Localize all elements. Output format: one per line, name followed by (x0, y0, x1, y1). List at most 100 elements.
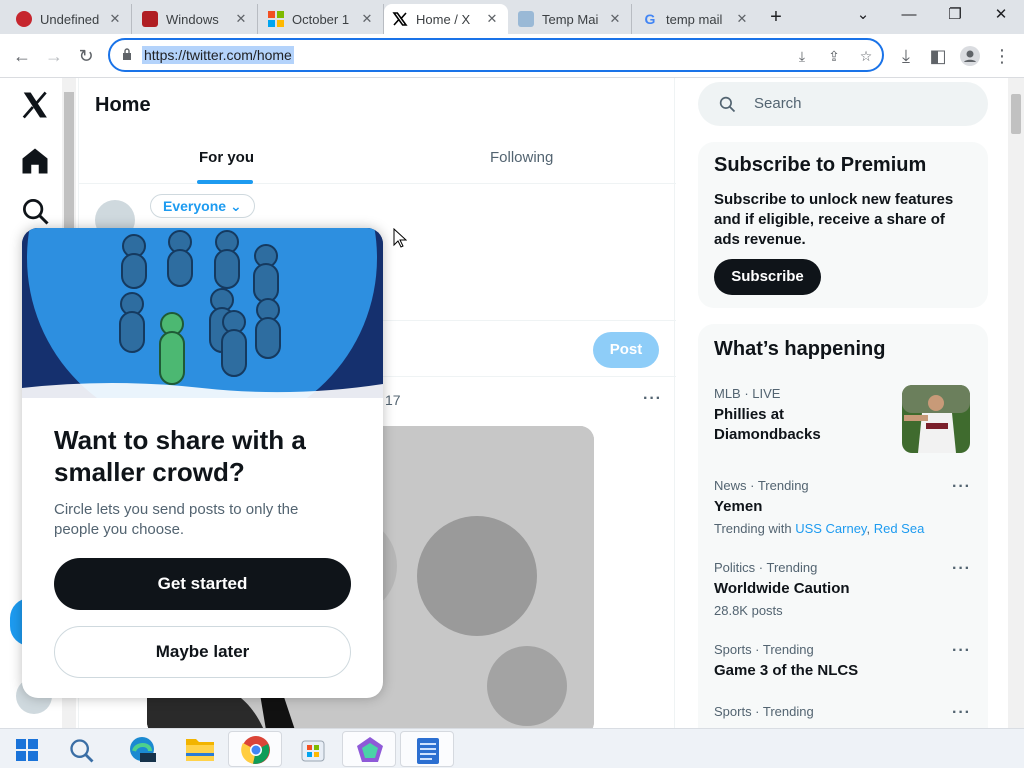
search-taskbar-button[interactable] (56, 731, 110, 767)
mouse-cursor-icon (393, 228, 407, 248)
close-tab-icon[interactable]: ✕ (233, 11, 249, 27)
notepad-taskbar-button[interactable] (400, 731, 454, 767)
browser-tab[interactable]: Undefined ✕ (8, 4, 132, 34)
browser-tab[interactable]: Temp Mai ✕ (510, 4, 632, 34)
x-logo-icon (392, 11, 408, 27)
downloads-icon[interactable]: ⤓ (892, 42, 920, 70)
search-placeholder: Search (754, 95, 802, 112)
install-app-icon[interactable]: ⤓ (792, 46, 812, 66)
close-tab-icon[interactable]: ✕ (484, 11, 500, 27)
close-tab-icon[interactable]: ✕ (607, 11, 623, 27)
close-tab-icon[interactable]: ✕ (359, 11, 375, 27)
browser-tab[interactable]: October 1 ✕ (260, 4, 384, 34)
page-scrollbar[interactable] (1008, 78, 1024, 728)
trend-item[interactable]: News · Trending Yemen Trending with USS … (714, 478, 974, 536)
close-tab-icon[interactable]: ✕ (107, 11, 123, 27)
maximize-button[interactable]: ❐ (932, 0, 978, 30)
url-text[interactable]: https://twitter.com/home (142, 46, 294, 64)
site-favicon-icon (16, 11, 32, 27)
tab-following[interactable]: Following (490, 149, 553, 166)
scrollbar-thumb[interactable] (1011, 94, 1021, 134)
minimize-button[interactable]: — (886, 0, 932, 30)
file-explorer-taskbar-button[interactable] (172, 731, 226, 767)
lock-icon[interactable] (122, 48, 132, 60)
google-logo-icon: G (644, 11, 656, 27)
share-icon[interactable]: ⇪ (824, 46, 844, 66)
circle-illustration (22, 228, 383, 398)
get-started-button[interactable]: Get started (54, 558, 351, 610)
trend-post-count: 28.8K posts (714, 603, 783, 618)
new-tab-button[interactable]: + (758, 2, 794, 32)
trend-meta: Sports · Trending (714, 704, 814, 719)
timeline-tabs: For you Following (79, 131, 676, 184)
audience-label: Everyone (163, 198, 227, 214)
notepad-icon (417, 738, 439, 764)
address-bar[interactable]: https://twitter.com/home ⤓ ⇪ ☆ (108, 38, 884, 72)
trend-item[interactable]: Politics · Trending Worldwide Caution 28… (714, 560, 974, 618)
back-arrow-icon[interactable]: ← (8, 42, 36, 70)
windows-logo-icon (268, 11, 284, 27)
chrome-icon (241, 736, 270, 764)
chrome-taskbar-button[interactable] (228, 731, 282, 767)
whats-happening-card: What’s happening MLB · LIVE Phillies at … (698, 324, 988, 728)
active-tab-indicator (197, 180, 253, 184)
trend-name: Worldwide Caution (714, 580, 850, 597)
tab-for-you[interactable]: For you (199, 149, 254, 166)
edge-icon (130, 737, 156, 762)
windows-taskbar (0, 728, 1024, 768)
edge-beta-taskbar-button[interactable] (114, 731, 168, 767)
browser-tab[interactable]: G temp mail ✕ (634, 4, 758, 34)
trend-meta: Sports · Trending (714, 642, 814, 657)
reload-icon[interactable]: ↻ (72, 42, 100, 70)
right-sidebar: Search Subscribe to Premium Subscribe to… (680, 78, 1010, 728)
tab-title: Windows (166, 11, 219, 27)
post-button[interactable]: Post (593, 332, 659, 368)
windows-logo-icon (16, 739, 38, 761)
more-options-icon[interactable]: ··· (952, 478, 971, 496)
bookmark-star-icon[interactable]: ☆ (856, 46, 876, 66)
more-options-icon[interactable]: ··· (952, 704, 971, 722)
trend-item[interactable]: Sports · Trending (714, 704, 974, 723)
profile-avatar-icon[interactable] (956, 42, 984, 70)
dialog-title: Want to share with a smaller crowd? (54, 425, 306, 487)
premium-card: Subscribe to Premium Subscribe to unlock… (698, 142, 988, 308)
trend-link[interactable]: Red Sea (874, 521, 925, 536)
section-title: What’s happening (714, 338, 886, 360)
trend-item[interactable]: Sports · Trending Game 3 of the NLCS (714, 642, 974, 681)
tab-search-chevron-icon[interactable]: ⌄ (840, 0, 886, 30)
browser-tab[interactable]: Windows ✕ (134, 4, 258, 34)
more-options-icon[interactable]: ··· (952, 560, 971, 578)
more-options-icon[interactable]: ··· (952, 642, 971, 660)
tab-title: Temp Mai (542, 11, 599, 27)
home-icon[interactable] (20, 146, 50, 176)
page-title: Home (95, 94, 151, 116)
audience-selector[interactable]: Everyone ⌄ (150, 194, 255, 218)
close-tab-icon[interactable]: ✕ (734, 11, 750, 27)
search-icon[interactable] (20, 196, 50, 226)
trend-link[interactable]: USS Carney (795, 521, 866, 536)
browser-tab-active[interactable]: Home / X ✕ (384, 4, 508, 34)
store-icon (301, 740, 325, 762)
subscribe-button[interactable]: Subscribe (714, 259, 821, 295)
app-taskbar-button[interactable] (342, 731, 396, 767)
more-options-icon[interactable]: ··· (643, 390, 662, 408)
trend-name: Yemen (714, 498, 763, 515)
circle-promo-dialog: Want to share with a smaller crowd? Circ… (22, 228, 383, 698)
tab-title: Home / X (416, 11, 471, 27)
search-input[interactable]: Search (698, 82, 988, 126)
forward-arrow-icon[interactable]: → (40, 42, 68, 70)
site-favicon-icon (142, 11, 158, 27)
x-logo-icon[interactable] (20, 90, 50, 120)
close-window-button[interactable]: ✕ (978, 0, 1024, 30)
trend-thumbnail-image[interactable] (902, 385, 970, 453)
post-timestamp[interactable]: 17 (385, 392, 401, 408)
browser-menu-icon[interactable]: ⋮ (988, 42, 1016, 70)
premium-text: Subscribe to unlock new features and if … (714, 191, 954, 248)
tab-title: Undefined (40, 11, 100, 27)
chevron-down-icon: ⌄ (229, 198, 242, 214)
side-panel-icon[interactable]: ◧ (924, 42, 952, 70)
microsoft-store-taskbar-button[interactable] (286, 731, 340, 767)
maybe-later-button[interactable]: Maybe later (54, 626, 351, 678)
start-button[interactable] (0, 731, 54, 767)
trend-related: Trending with USS Carney, Red Sea (714, 521, 925, 536)
